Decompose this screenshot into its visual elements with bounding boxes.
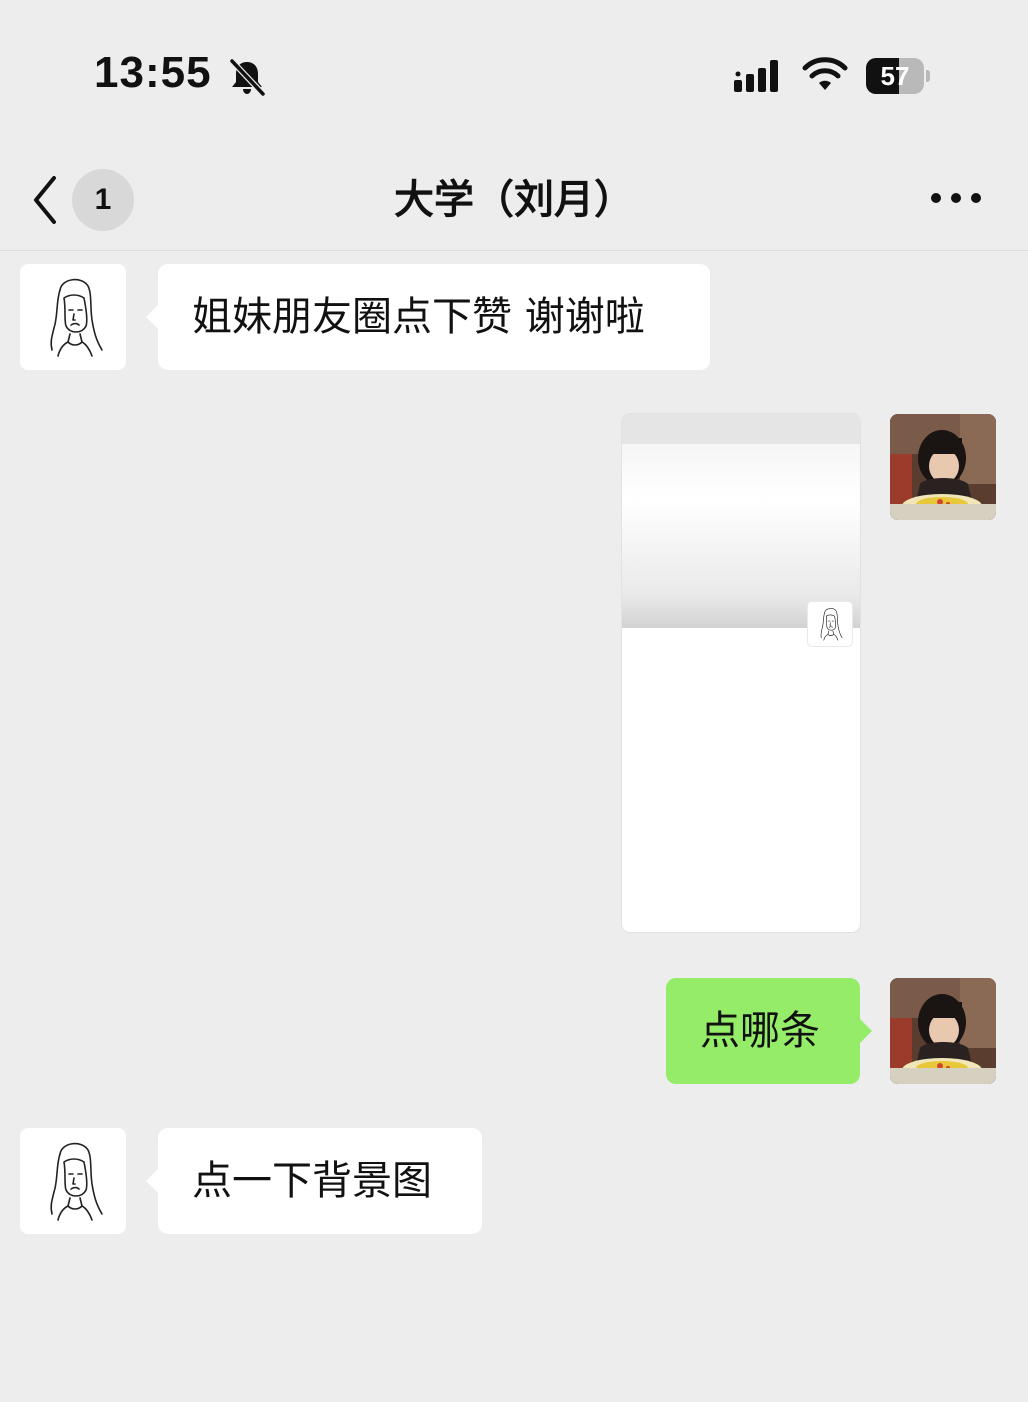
message-bubble-incoming[interactable]: 姐妹朋友圈点下赞 谢谢啦: [146, 264, 710, 370]
nav-bar: 1 大学（刘月）: [0, 150, 1028, 251]
chat-title: 大学（刘月）: [394, 177, 634, 223]
message-bubble-incoming[interactable]: 点一下背景图: [146, 1128, 482, 1234]
image-status-strip: [622, 414, 860, 444]
sketch-girl-avatar-icon: [20, 264, 126, 370]
photo-girl-avatar-icon: [890, 978, 996, 1084]
battery-tip: [926, 70, 930, 82]
contact-avatar[interactable]: [20, 264, 126, 370]
my-avatar[interactable]: [890, 978, 996, 1084]
message-image[interactable]: [622, 414, 860, 932]
signal-icon: [734, 60, 778, 92]
contact-avatar[interactable]: [20, 1128, 126, 1234]
wifi-icon: [802, 57, 848, 90]
chevron-left-icon: [34, 176, 56, 224]
battery-body: 57: [866, 58, 924, 94]
photo-girl-avatar-icon: [890, 414, 996, 520]
status-time: 13:55: [94, 48, 212, 97]
sketch-girl-avatar-icon: [808, 602, 852, 646]
bell-slash-icon: [229, 58, 266, 97]
more-dots-icon[interactable]: [924, 178, 988, 218]
image-embedded-avatar: [808, 602, 852, 646]
battery-level: 57: [880, 61, 910, 91]
sketch-girl-avatar-icon: [20, 1128, 126, 1234]
back-button[interactable]: 1: [26, 168, 146, 232]
message-bubble-outgoing[interactable]: 点哪条: [666, 978, 872, 1084]
image-header-region: [622, 414, 860, 628]
battery-icon: 57: [866, 58, 930, 94]
unread-count-badge: 1: [72, 169, 134, 231]
my-avatar[interactable]: [890, 414, 996, 520]
status-bar: 13:55 57: [0, 0, 1028, 150]
